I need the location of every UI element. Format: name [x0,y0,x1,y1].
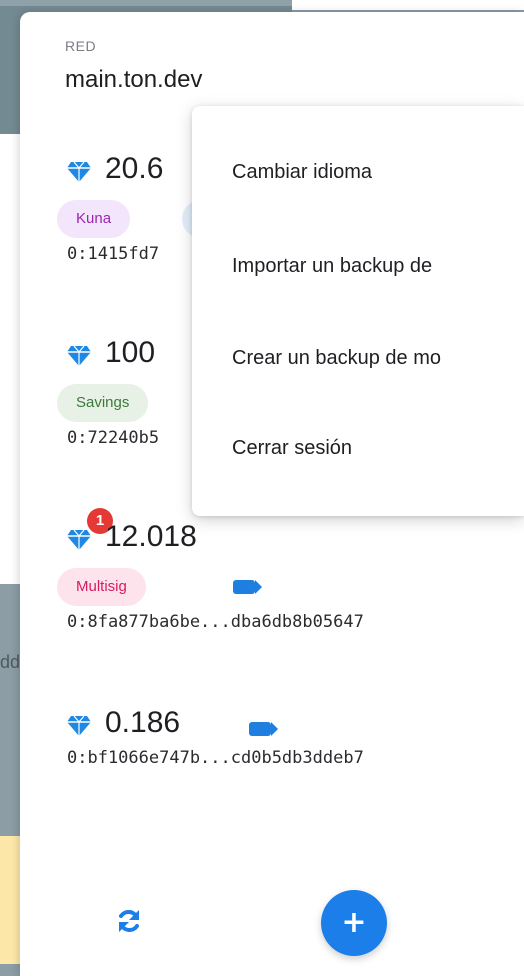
account-item[interactable]: 0.186 0:bf1066e747b...cd0b5db3ddeb7 [67,706,364,768]
account-item[interactable]: 100 Savings 0:72240b5 [57,336,243,448]
tag-badge: Multisig [57,568,146,606]
tag-badge: Savings [57,384,149,422]
account-balance: 20.6 [105,152,164,185]
account-balance: 0.186 [105,706,181,739]
account-balance: 12.018 [105,520,197,553]
network-value[interactable]: main.ton.dev [65,66,202,94]
tag-badge: Kuna [57,200,131,238]
account-balance: 100 [105,336,156,369]
add-account-button[interactable]: + [321,890,387,956]
account-address: 0:1415fd7 [67,244,160,264]
network-label: RED [65,38,97,54]
account-address: 0:8fa877ba6be...dba6db8b05647 [67,612,364,632]
account-address: 0:bf1066e747b...cd0b5db3ddeb7 [67,748,364,768]
ton-diamond-icon [67,530,91,550]
ton-diamond-icon [67,346,91,366]
options-menu: Cambiar idioma Importar un backup de Cre… [192,106,524,516]
background-strip [292,0,524,10]
bookmark-icon [233,580,262,594]
background-partial-text: dd [0,652,21,672]
menu-item-create-backup[interactable]: Crear un backup de mo [192,324,524,392]
account-item[interactable]: 20.6 Kuna S 0:1415fd7 [57,152,231,264]
menu-item-import-backup[interactable]: Importar un backup de [192,232,524,300]
menu-item-logout[interactable]: Cerrar sesión [192,414,524,482]
plus-icon: + [341,905,367,940]
ton-diamond-icon [67,162,91,182]
account-item[interactable]: 1 12.018 Multisig 0:8fa877ba6be...dba6db… [57,508,364,632]
menu-item-change-language[interactable]: Cambiar idioma [192,138,524,206]
background-header-edge [0,0,292,6]
bookmark-icon [249,722,278,736]
refresh-icon[interactable] [116,908,142,934]
account-address: 0:72240b5 [67,428,160,448]
ton-diamond-icon [67,716,91,736]
